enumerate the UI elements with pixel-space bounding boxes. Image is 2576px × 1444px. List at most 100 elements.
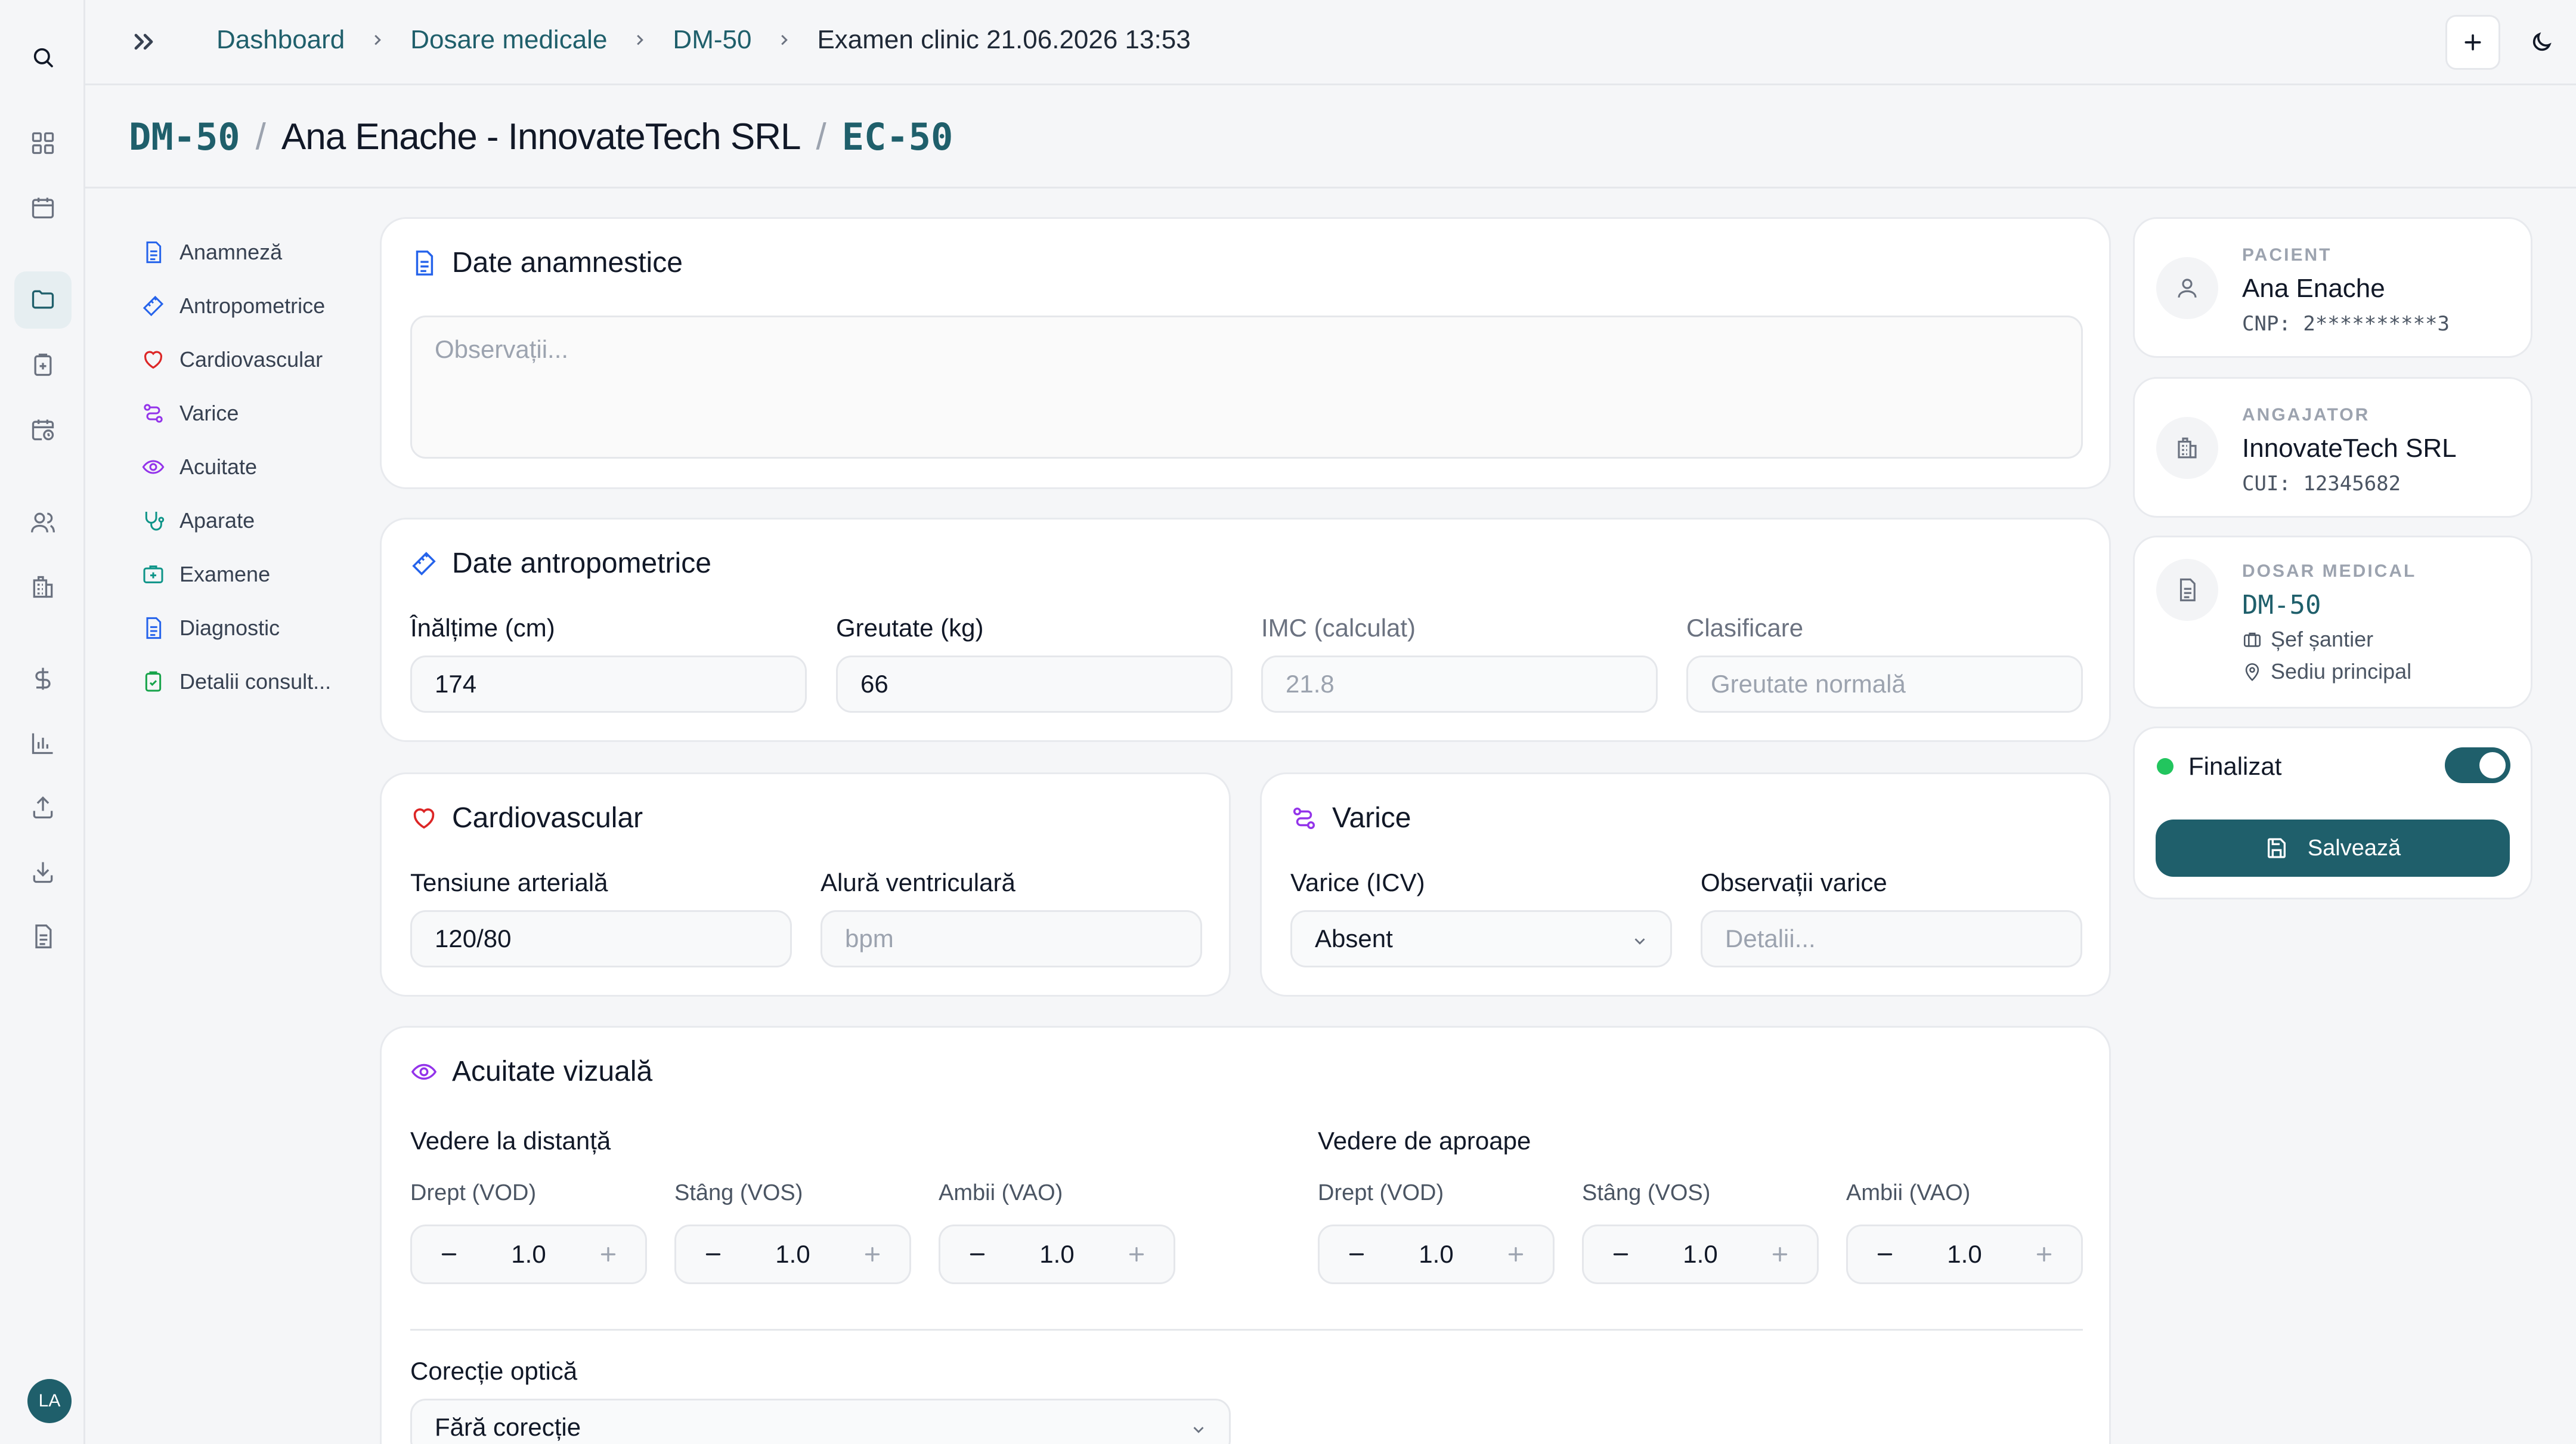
weight-input[interactable]: 66 [836, 655, 1233, 713]
search-icon[interactable] [14, 29, 72, 86]
clipboard-icon[interactable] [14, 336, 72, 394]
classification-input: Greutate normală [1686, 655, 2083, 713]
folder-icon[interactable] [14, 271, 72, 329]
anamnesis-card: Date anamnestice Observații... [380, 217, 2111, 489]
users-icon[interactable] [14, 494, 72, 551]
chevron-right-icon [369, 31, 386, 49]
patient-card[interactable]: PACIENT Ana Enache CNP: 2**********3 [2133, 217, 2532, 358]
minus-icon[interactable] [702, 1244, 724, 1265]
top-bar: Dashboard Dosare medicale DM-50 Examen c… [85, 0, 2576, 85]
minus-icon[interactable] [1874, 1244, 1896, 1265]
briefcase-icon [2243, 632, 2261, 647]
height-input[interactable]: 174 [410, 655, 807, 713]
divider [410, 1329, 2083, 1331]
building-icon[interactable] [14, 558, 72, 616]
briefcase-medical-icon [143, 565, 163, 583]
optical-correction-select[interactable]: Fără corecție [410, 1399, 1231, 1444]
upload-icon[interactable] [14, 779, 72, 836]
patient-name: Ana Enache [2242, 274, 2385, 303]
nav-exams[interactable]: Examene [141, 548, 356, 601]
visual-acuity-card: Acuitate vizuală Vedere la distanță Drep… [380, 1026, 2111, 1444]
route-icon [144, 404, 163, 423]
breadcrumb-current: Examen clinic 21.06.2026 13:53 [817, 25, 1191, 54]
nav-acuity[interactable]: Acuitate [141, 440, 356, 494]
heart-icon [144, 351, 162, 369]
calendar-clock-icon[interactable] [14, 401, 72, 458]
nav-diagnosis[interactable]: Diagnostic [141, 601, 356, 655]
anthropometric-card: Date antropometrice Înălțime (cm) 174 Gr… [380, 518, 2111, 742]
near-vao-stepper[interactable]: 1.0 [1846, 1225, 2083, 1284]
stethoscope-icon [145, 512, 165, 531]
breadcrumb-medical-records[interactable]: Dosare medicale [410, 25, 607, 55]
anamnesis-title: Date anamnestice [452, 247, 683, 279]
eye-icon [142, 460, 165, 474]
exam-code: EC-50 [841, 115, 953, 159]
eye-icon [411, 1063, 437, 1080]
cardiovascular-card: Cardiovascular Tensiune arterială 120/80… [380, 772, 1231, 997]
minus-icon[interactable] [967, 1244, 988, 1265]
chevron-right-icon [775, 31, 793, 49]
varicose-notes-input[interactable]: Detalii... [1701, 910, 2082, 967]
nav-systems[interactable]: Aparate [141, 494, 356, 548]
distance-vao-stepper[interactable]: 1.0 [939, 1225, 1175, 1284]
heart-icon [413, 808, 435, 828]
calendar-icon[interactable] [14, 179, 72, 236]
clipboard-check-icon [145, 671, 162, 692]
file-text-icon [146, 617, 162, 639]
nav-anamnesis[interactable]: Anamneză [141, 225, 356, 279]
user-avatar[interactable]: LA [27, 1379, 72, 1423]
plus-icon[interactable] [1126, 1244, 1147, 1265]
distance-vos-stepper[interactable]: 1.0 [674, 1225, 911, 1284]
status-label: Finalizat [2188, 752, 2282, 780]
plus-icon[interactable] [2033, 1244, 2055, 1265]
blood-pressure-input[interactable]: 120/80 [410, 910, 792, 967]
save-button[interactable]: Salvează [2156, 820, 2510, 877]
medical-record-card[interactable]: DOSAR MEDICAL DM-50 Șef șantier Sediu pr… [2133, 536, 2532, 709]
varicose-icv-select[interactable]: Absent [1290, 910, 1672, 967]
plus-icon[interactable] [1505, 1244, 1527, 1265]
chart-icon[interactable] [14, 715, 72, 772]
near-vos-stepper[interactable]: 1.0 [1582, 1225, 1819, 1284]
varicose-card: Varice Varice (ICV) Absent Observații va… [1260, 772, 2111, 997]
nav-consult-details[interactable]: Detalii consult... [141, 655, 356, 709]
download-icon[interactable] [14, 843, 72, 901]
anamnesis-notes-textarea[interactable]: Observații... [410, 316, 2083, 459]
nav-varicose[interactable]: Varice [141, 386, 356, 440]
heart-rate-input[interactable]: bpm [821, 910, 1202, 967]
user-icon [2156, 257, 2218, 319]
chevron-down-icon [1631, 932, 1649, 950]
minus-icon[interactable] [438, 1244, 460, 1265]
finalized-toggle[interactable] [2445, 747, 2510, 783]
left-rail: LA [0, 0, 85, 1444]
page-title: DM-50 / Ana Enache - InnovateTech SRL / … [85, 87, 2576, 188]
plus-icon[interactable] [597, 1244, 619, 1265]
add-button[interactable] [2445, 15, 2500, 70]
file-text-icon [416, 250, 434, 276]
dollar-icon[interactable] [14, 650, 72, 707]
record-link[interactable]: DM-50 [2242, 590, 2321, 620]
file-text-icon [2156, 559, 2218, 621]
moon-icon [2532, 32, 2552, 51]
expand-sidebar-icon[interactable] [128, 26, 159, 57]
breadcrumb-dashboard[interactable]: Dashboard [216, 25, 345, 55]
nav-anthropometric[interactable]: Antropometrice [141, 279, 356, 333]
distance-vod-stepper[interactable]: 1.0 [410, 1225, 647, 1284]
record-code[interactable]: DM-50 [129, 115, 240, 159]
patient-company: Ana Enache - InnovateTech SRL [281, 116, 801, 157]
document-icon[interactable] [14, 908, 72, 965]
near-vod-stepper[interactable]: 1.0 [1318, 1225, 1555, 1284]
theme-toggle-button[interactable] [2514, 15, 2569, 70]
minus-icon[interactable] [1610, 1244, 1631, 1265]
bmi-input: 21.8 [1261, 655, 1658, 713]
plus-icon[interactable] [1769, 1244, 1791, 1265]
chevron-right-icon [631, 31, 649, 49]
minus-icon[interactable] [1346, 1244, 1367, 1265]
plus-icon[interactable] [862, 1244, 883, 1265]
dashboard-icon[interactable] [14, 115, 72, 172]
employer-card[interactable]: ANGAJATOR InnovateTech SRL CUI: 12345682 [2133, 377, 2532, 518]
route-icon [1293, 807, 1315, 829]
building-icon [2156, 417, 2218, 479]
nav-cardiovascular[interactable]: Cardiovascular [141, 333, 356, 386]
breadcrumb-record[interactable]: DM-50 [673, 25, 751, 55]
section-nav: Anamneză Antropometrice Cardiovascular V… [141, 225, 356, 709]
